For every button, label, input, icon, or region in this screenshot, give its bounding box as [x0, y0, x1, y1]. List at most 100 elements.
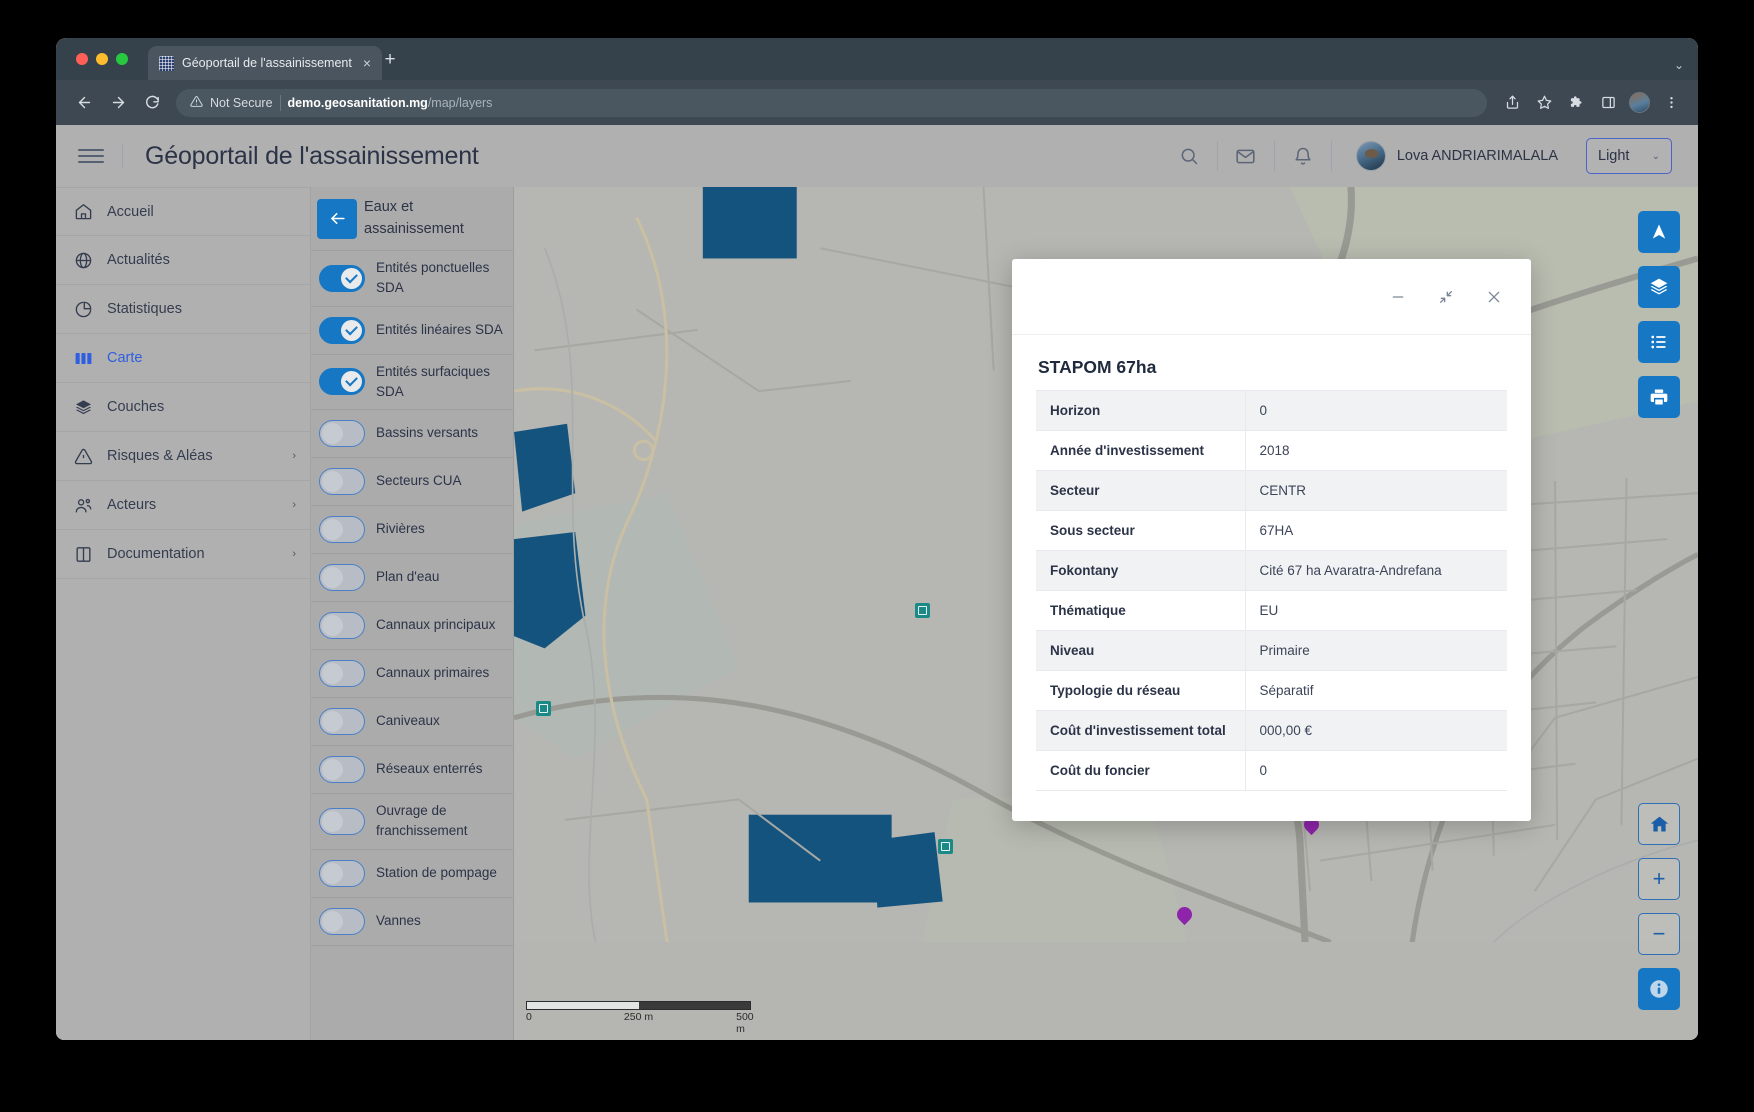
sidebar-item-actualit-s[interactable]: Actualités	[56, 236, 310, 285]
attribute-value: 2018	[1259, 443, 1290, 458]
bell-icon[interactable]	[1275, 125, 1331, 187]
avatar	[1355, 141, 1386, 171]
search-icon[interactable]	[1161, 125, 1217, 187]
attribute-key: Typologie du réseau	[1036, 670, 1246, 711]
table-row: Sous secteur 67HA	[1036, 510, 1507, 551]
layer-row[interactable]: Plan d'eau	[311, 554, 513, 602]
close-window-button[interactable]	[76, 53, 88, 65]
toggle-knob	[341, 319, 362, 341]
star-icon[interactable]	[1531, 90, 1557, 116]
table-row: Typologie du réseau Séparatif	[1036, 670, 1507, 711]
layer-toggle[interactable]	[319, 516, 365, 543]
minimize-icon[interactable]	[1385, 284, 1411, 310]
layer-row[interactable]: Vannes	[311, 898, 513, 946]
reload-button[interactable]	[138, 89, 166, 117]
layer-toggle[interactable]	[319, 807, 365, 835]
theme-select[interactable]: Light ⌄	[1586, 138, 1672, 174]
attribute-key: Thématique	[1036, 590, 1246, 631]
attribute-key: Niveau	[1036, 630, 1246, 671]
layer-row[interactable]: Entités linéaires SDA	[311, 307, 513, 355]
attribute-key: Secteur	[1036, 470, 1246, 511]
layer-toggle[interactable]	[319, 907, 365, 935]
sidebar-item-statistiques[interactable]: Statistiques	[56, 285, 310, 334]
app-header: Géoportail de l'assainissement Lova ANDR…	[56, 125, 1698, 187]
layer-toggle[interactable]	[319, 264, 365, 292]
toggle-knob	[322, 862, 343, 884]
layer-toggle[interactable]	[319, 612, 365, 639]
layer-label: Vannes	[376, 912, 421, 928]
browser-tab[interactable]: Géoportail de l'assainissement ×	[148, 46, 383, 80]
layer-label: Entités ponctuelles SDA	[376, 260, 490, 296]
page-title: Géoportail de l'assainissement	[145, 141, 479, 170]
layer-toggle[interactable]	[319, 859, 365, 887]
sidebar-item-documentation[interactable]: Documentation ›	[56, 530, 310, 579]
arrow-left-icon[interactable]	[317, 198, 357, 239]
layer-toggle[interactable]	[319, 564, 365, 591]
layer-row[interactable]: Bassins versants	[311, 410, 513, 458]
sidebar-item-accueil[interactable]: Accueil	[56, 187, 310, 236]
attribute-value: EU	[1259, 603, 1279, 618]
header-actions: Lova ANDRIARIMALALA Light ⌄	[1161, 125, 1672, 187]
layer-row[interactable]: Caniveaux	[311, 698, 513, 746]
sidebar-item-label: Statistiques	[107, 301, 182, 317]
layer-row[interactable]: Secteurs CUA	[311, 458, 513, 506]
layer-row[interactable]: Rivières	[311, 506, 513, 554]
sidebar-item-risques-al-as[interactable]: Risques & Aléas ›	[56, 432, 310, 481]
browser-address-bar: Not Secure demo.geosanitation.mg/map/lay…	[56, 80, 1698, 125]
new-tab-button[interactable]: +	[378, 49, 402, 73]
dialog-heading: STAPOM 67ha	[1038, 357, 1157, 377]
layer-row[interactable]: Cannaux primaires	[311, 650, 513, 698]
user-menu[interactable]: Lova ANDRIARIMALALA	[1332, 141, 1576, 171]
layer-row[interactable]: Entités ponctuelles SDA	[311, 251, 513, 307]
attribute-value: Primaire	[1259, 643, 1310, 658]
maximize-window-button[interactable]	[116, 53, 128, 65]
layer-row[interactable]: Ouvrage de franchissement	[311, 794, 513, 850]
back-button[interactable]	[70, 89, 98, 117]
layer-toggle[interactable]	[319, 756, 365, 783]
url-host: demo.geosanitation.mg	[287, 95, 428, 110]
table-row: Secteur CENTR	[1036, 470, 1507, 511]
layer-toggle[interactable]	[319, 420, 365, 447]
collapse-arrows-icon[interactable]	[1433, 284, 1459, 310]
hamburger-icon[interactable]	[78, 146, 104, 166]
header-divider	[122, 143, 123, 169]
url-bar[interactable]: Not Secure demo.geosanitation.mg/map/lay…	[176, 88, 1487, 117]
sidebar-item-acteurs[interactable]: Acteurs ›	[56, 481, 310, 530]
chevron-right-icon: ›	[292, 548, 296, 560]
toggle-knob	[341, 267, 362, 289]
layer-row[interactable]: Cannaux principaux	[311, 602, 513, 650]
puzzle-icon[interactable]	[1563, 90, 1589, 116]
table-row: Coût du foncier 0	[1036, 750, 1507, 791]
sidebar-item-carte[interactable]: Carte	[56, 334, 310, 383]
layer-toggle[interactable]	[319, 468, 365, 495]
chevron-down-icon[interactable]: ⌄	[1674, 58, 1684, 72]
layer-label: Plan d'eau	[376, 569, 440, 585]
kebab-menu-icon[interactable]	[1658, 90, 1684, 116]
layers-panel-title: Eaux et assainissement	[364, 199, 464, 237]
layer-toggle[interactable]	[319, 708, 365, 735]
layer-label: Bassins versants	[376, 425, 479, 441]
users-icon	[74, 496, 93, 515]
forward-button[interactable]	[104, 89, 132, 117]
minimize-window-button[interactable]	[96, 53, 108, 65]
attribute-key: Fokontany	[1036, 550, 1246, 591]
share-icon[interactable]	[1499, 90, 1525, 116]
map-viewport[interactable]: + − 0 250 m 500 m STAPOM 67ha Horizon 0 …	[514, 187, 1698, 1040]
layer-row[interactable]: Entités surfaciques SDA	[311, 355, 513, 410]
browser-profile-avatar[interactable]	[1629, 92, 1650, 113]
close-icon[interactable]	[1481, 284, 1507, 310]
sidebar-item-couches[interactable]: Couches	[56, 383, 310, 432]
layer-row[interactable]: Station de pompage	[311, 850, 513, 898]
layer-toggle[interactable]	[319, 316, 365, 344]
layer-toggle[interactable]	[319, 660, 365, 687]
security-status-label: Not Secure	[210, 95, 273, 110]
attribute-value: 0	[1259, 763, 1268, 778]
layer-toggle[interactable]	[319, 368, 365, 396]
url-path: /map/layers	[427, 95, 493, 110]
layer-row[interactable]: Réseaux enterrés	[311, 746, 513, 794]
layer-label: Entités linéaires SDA	[376, 321, 503, 337]
close-icon[interactable]: ×	[360, 54, 374, 72]
mail-icon[interactable]	[1218, 125, 1274, 187]
table-row: Thématique EU	[1036, 590, 1507, 631]
side-panel-icon[interactable]	[1595, 90, 1621, 116]
